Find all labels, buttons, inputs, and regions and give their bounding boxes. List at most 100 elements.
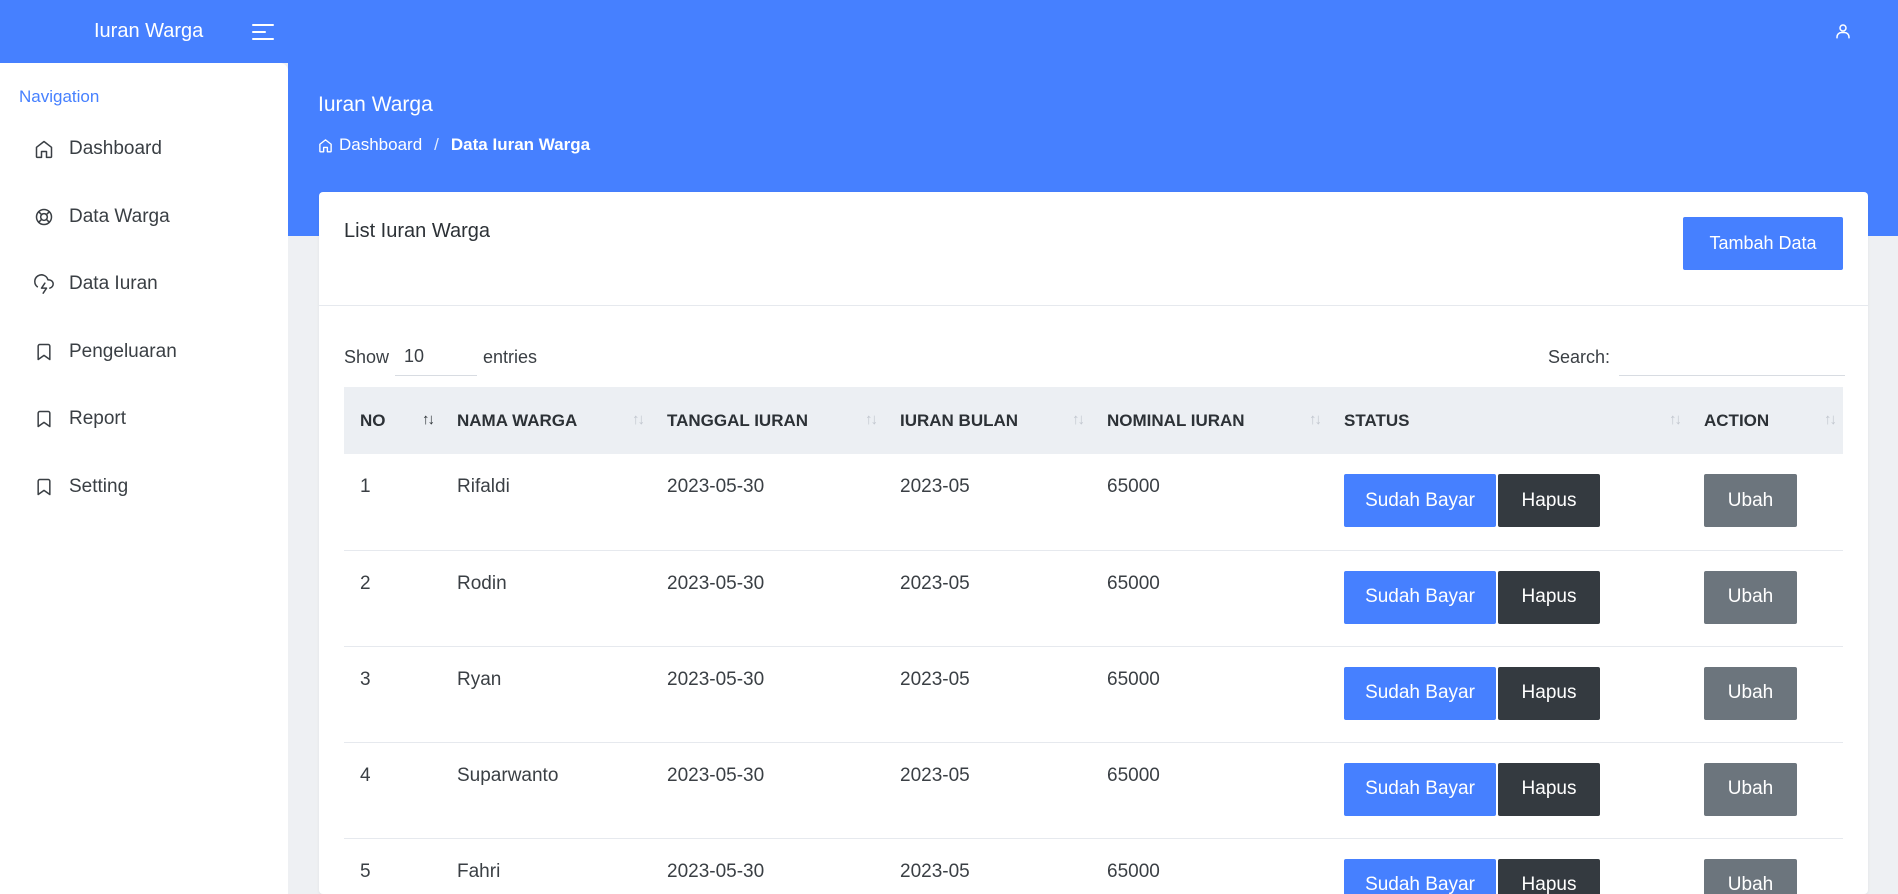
table-row: 4 Suparwanto 2023-05-30 2023-05 65000 Su…	[344, 742, 1843, 839]
add-data-button[interactable]: Tambah Data	[1683, 217, 1843, 270]
cell-tanggal-iuran: 2023-05-30	[651, 742, 884, 839]
column-header-label: NOMINAL IURAN	[1107, 410, 1245, 430]
column-header-iuran-bulan[interactable]: IURAN BULAN ↑↓	[884, 387, 1091, 454]
delete-button[interactable]: Hapus	[1498, 570, 1600, 624]
column-header-status[interactable]: STATUS ↑↓	[1328, 387, 1688, 454]
search-input[interactable]	[1619, 338, 1846, 376]
cell-nominal-iuran: 65000	[1091, 454, 1328, 551]
page-title: Iuran Warga	[318, 93, 433, 116]
table-row: 5 Fahri 2023-05-30 2023-05 65000 Sudah B…	[344, 838, 1843, 894]
user-icon[interactable]	[1834, 22, 1852, 40]
column-header-tanggal-iuran[interactable]: TANGGAL IURAN ↑↓	[651, 387, 884, 454]
cell-tanggal-iuran: 2023-05-30	[651, 838, 884, 894]
cell-nominal-iuran: 65000	[1091, 742, 1328, 839]
column-header-label: NAMA WARGA	[457, 410, 578, 430]
cell-action: Ubah	[1688, 838, 1843, 894]
table-header-row: NO ↑↓ NAMA WARGA ↑↓ TANGGAL IURAN ↑↓ IURAN …	[344, 387, 1843, 454]
sidebar: Navigation Dashboard Data Warga Data Iur…	[0, 63, 288, 894]
edit-button[interactable]: Ubah	[1704, 474, 1797, 527]
bookmark-icon	[37, 410, 51, 428]
edit-button[interactable]: Ubah	[1704, 666, 1797, 720]
column-header-no[interactable]: NO ↑↓	[344, 387, 441, 454]
home-icon	[35, 140, 53, 159]
cell-no: 5	[344, 838, 441, 894]
cell-tanggal-iuran: 2023-05-30	[651, 454, 884, 551]
sidebar-item-label: Setting	[69, 476, 129, 497]
delete-button[interactable]: Hapus	[1498, 762, 1600, 816]
iuran-table: NO ↑↓ NAMA WARGA ↑↓ TANGGAL IURAN ↑↓ IURAN …	[344, 387, 1843, 894]
entries-select[interactable]: 10	[395, 338, 478, 376]
cell-nama-warga: Rodin	[441, 550, 651, 647]
breadcrumb-separator: /	[434, 135, 439, 154]
cell-status: Sudah Bayar Hapus	[1328, 550, 1688, 647]
cell-nominal-iuran: 65000	[1091, 646, 1328, 743]
cell-action: Ubah	[1688, 742, 1843, 839]
menu-toggle-icon[interactable]	[252, 22, 276, 42]
column-header-nominal-iuran[interactable]: NOMINAL IURAN ↑↓	[1091, 387, 1328, 454]
sidebar-item-label: Dashboard	[69, 138, 162, 159]
entries-select-value: 10	[404, 346, 425, 366]
sidebar-item-setting[interactable]: Setting	[0, 461, 288, 513]
show-label: Show	[344, 346, 390, 367]
delete-button[interactable]: Hapus	[1498, 858, 1600, 894]
table-row: 3 Ryan 2023-05-30 2023-05 65000 Sudah Ba…	[344, 646, 1843, 743]
column-header-label: TANGGAL IURAN	[667, 410, 809, 430]
cell-status: Sudah Bayar Hapus	[1328, 742, 1688, 839]
table-search: Search:	[1548, 338, 1846, 376]
cell-action: Ubah	[1688, 550, 1843, 647]
cell-tanggal-iuran: 2023-05-30	[651, 646, 884, 743]
iuran-list-card: List Iuran Warga Tambah Data Show 10 ent…	[319, 192, 1868, 894]
breadcrumb: Dashboard / Data Iuran Warga	[318, 135, 590, 155]
search-label: Search:	[1548, 346, 1611, 367]
edit-button[interactable]: Ubah	[1704, 762, 1797, 816]
breadcrumb-current: Data Iuran Warga	[450, 135, 591, 154]
bookmark-icon	[37, 478, 51, 496]
column-header-label: ACTION	[1704, 410, 1770, 430]
column-header-action[interactable]: ACTION ↑↓	[1688, 387, 1843, 454]
cell-no: 4	[344, 742, 441, 839]
sidebar-caption: Navigation	[19, 87, 100, 106]
status-paid-button[interactable]: Sudah Bayar	[1344, 570, 1496, 624]
sidebar-item-data-warga[interactable]: Data Warga	[0, 191, 288, 243]
cell-action: Ubah	[1688, 646, 1843, 743]
cell-nominal-iuran: 65000	[1091, 838, 1328, 894]
cell-no: 3	[344, 646, 441, 743]
cell-iuran-bulan: 2023-05	[884, 550, 1091, 647]
delete-button[interactable]: Hapus	[1498, 474, 1600, 527]
card-title: List Iuran Warga	[344, 220, 490, 242]
sidebar-item-report[interactable]: Report	[0, 393, 288, 445]
entries-label: entries	[483, 346, 538, 367]
app-brand[interactable]: Iuran Warga	[94, 20, 203, 43]
sidebar-item-data-iuran[interactable]: Data Iuran	[0, 258, 288, 310]
cell-tanggal-iuran: 2023-05-30	[651, 550, 884, 647]
status-paid-button[interactable]: Sudah Bayar	[1344, 762, 1496, 816]
sidebar-item-dashboard[interactable]: Dashboard	[0, 123, 288, 175]
cell-iuran-bulan: 2023-05	[884, 742, 1091, 839]
delete-button[interactable]: Hapus	[1498, 666, 1600, 720]
entries-length-control: Show 10 entries	[344, 338, 537, 376]
column-header-label: NO	[360, 410, 386, 430]
table-row: 2 Rodin 2023-05-30 2023-05 65000 Sudah B…	[344, 550, 1843, 647]
edit-button[interactable]: Ubah	[1704, 570, 1797, 624]
breadcrumb-dashboard[interactable]: Dashboard	[339, 135, 422, 155]
status-paid-button[interactable]: Sudah Bayar	[1344, 858, 1496, 894]
bookmark-icon	[37, 343, 51, 361]
sort-icon: ↑↓	[1072, 411, 1085, 428]
column-header-label: STATUS	[1344, 410, 1410, 430]
sidebar-item-pengeluaran[interactable]: Pengeluaran	[0, 326, 288, 378]
cell-action: Ubah	[1688, 454, 1843, 551]
lifebuoy-icon	[35, 208, 53, 226]
home-icon	[319, 138, 332, 152]
cell-iuran-bulan: 2023-05	[884, 646, 1091, 743]
top-header: Iuran Warga	[0, 0, 1898, 63]
sort-icon: ↑↓	[1824, 411, 1837, 428]
status-paid-button[interactable]: Sudah Bayar	[1344, 474, 1496, 527]
cell-no: 2	[344, 550, 441, 647]
cell-status: Sudah Bayar Hapus	[1328, 646, 1688, 743]
column-header-nama-warga[interactable]: NAMA WARGA ↑↓	[441, 387, 651, 454]
sort-icon: ↑↓	[1669, 411, 1682, 428]
status-paid-button[interactable]: Sudah Bayar	[1344, 666, 1496, 720]
edit-button[interactable]: Ubah	[1704, 858, 1797, 894]
cell-status: Sudah Bayar Hapus	[1328, 454, 1688, 551]
sidebar-item-label: Data Iuran	[69, 273, 158, 294]
